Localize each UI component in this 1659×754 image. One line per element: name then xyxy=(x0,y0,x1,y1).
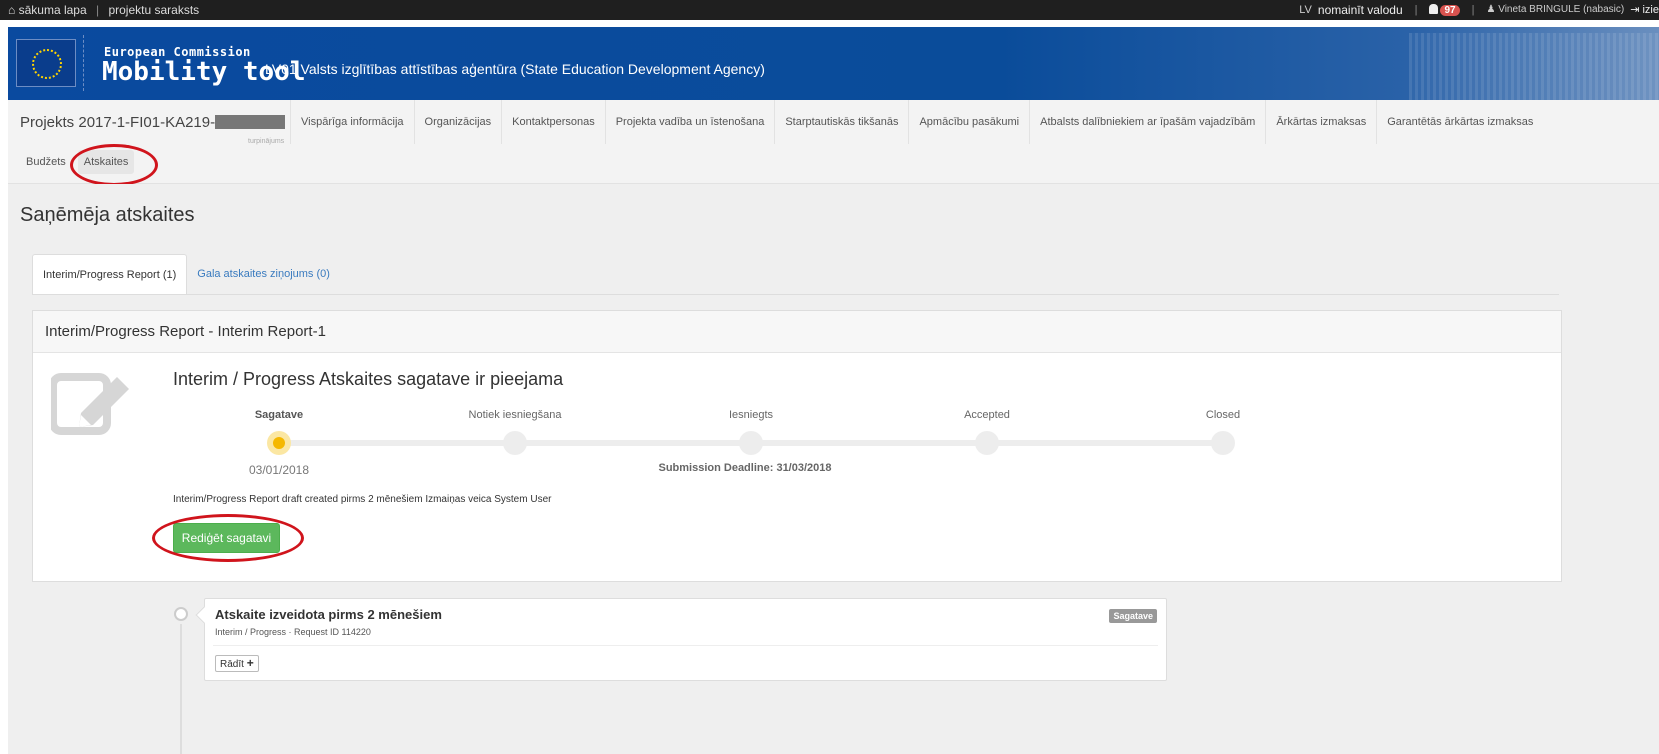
header-banner: European Commission Mobility tool LV01 V… xyxy=(8,27,1659,100)
report-panel: Interim/Progress Report - Interim Report… xyxy=(32,310,1562,582)
tab-project-management[interactable]: Projekta vadība un īstenošana xyxy=(604,100,775,144)
progress-steps: Sagatave Notiek iesniegšana Iesniegts Ac… xyxy=(173,409,1273,489)
tab-general-info[interactable]: Vispārīga informācija xyxy=(290,100,414,144)
tab-organizations[interactable]: Organizācijas xyxy=(413,100,502,144)
timeline-subtitle: Interim / Progress · Request ID 114220 xyxy=(215,627,371,637)
step-label-closed: Closed xyxy=(1205,409,1241,421)
page-title: Saņēmēja atskaites xyxy=(20,204,195,226)
step-label-draft: Sagatave xyxy=(254,409,304,421)
tab-divider xyxy=(32,294,1559,295)
separator: | xyxy=(1471,4,1475,16)
tab-interim-report[interactable]: Interim/Progress Report (1) xyxy=(32,254,188,294)
plus-icon: + xyxy=(246,656,254,670)
step-dot-accepted xyxy=(975,431,999,455)
top-bar: ⌂ sākuma lapa | projektu saraksts LV nom… xyxy=(0,0,1659,20)
top-bar-right: LV nomainīt valodu | 97 | ♟ Vineta BRING… xyxy=(1299,0,1659,20)
edit-document-icon xyxy=(51,373,129,435)
timeline-dot xyxy=(174,607,188,621)
tab-budget[interactable]: Budžets xyxy=(20,150,72,174)
main-content: Saņēmēja atskaites Interim/Progress Repo… xyxy=(8,184,1659,754)
bell-icon xyxy=(1429,4,1439,14)
tab-training-events[interactable]: Apmācību pasākumi xyxy=(908,100,1029,144)
tab-exceptional-costs[interactable]: Ārkārtas izmaksas xyxy=(1265,100,1376,144)
timeline-card-arrow xyxy=(195,606,213,624)
step-dot-submitted xyxy=(739,431,763,455)
submission-deadline: Submission Deadline: 31/03/2018 xyxy=(658,462,832,474)
timeline-line xyxy=(180,624,182,754)
timeline-card: Atskaite izveidota pirms 2 mēnešiem Inte… xyxy=(195,598,1167,681)
step-label-accepted: Accepted xyxy=(964,409,1010,421)
annotation-circle-reports xyxy=(70,144,158,186)
eu-stars-icon xyxy=(32,49,62,79)
user-menu[interactable]: ♟ Vineta BRINGULE (nabasic) xyxy=(1486,0,1624,20)
project-title: Projekts 2017-1-FI01-KA219- turpinājums xyxy=(20,114,286,145)
draft-info-text: Interim/Progress Report draft created pi… xyxy=(173,494,552,505)
separator: | xyxy=(95,3,100,17)
project-tabs: Vispārīga informācija Organizācijas Kont… xyxy=(290,100,1543,144)
tab-contacts[interactable]: Kontaktpersonas xyxy=(501,100,605,144)
home-icon[interactable]: ⌂ xyxy=(8,3,15,17)
agency-name: LV01 Valsts izglītības attīstības aģentū… xyxy=(265,61,765,77)
project-subtitle: turpinājums xyxy=(248,138,285,145)
step-label-submitting: Notiek iesniegšana xyxy=(468,409,562,421)
draft-date: 03/01/2018 xyxy=(248,463,310,477)
logout-link[interactable]: ⇥ izie xyxy=(1630,0,1659,20)
step-dot-closed xyxy=(1211,431,1235,455)
projects-link[interactable]: projektu saraksts xyxy=(108,3,199,17)
logout-label: izie xyxy=(1642,4,1659,16)
report-status-title: Interim / Progress Atskaites sagatave ir… xyxy=(173,369,564,389)
redacted-block xyxy=(215,115,286,129)
banner-building-image xyxy=(1409,33,1659,100)
logout-icon: ⇥ xyxy=(1630,4,1640,16)
project-code: Projekts 2017-1-FI01-KA219- xyxy=(20,114,216,131)
status-badge: Sagatave xyxy=(1109,609,1157,623)
panel-heading: Interim/Progress Report - Interim Report… xyxy=(33,311,1561,353)
user-name: Vineta BRINGULE (nabasic) xyxy=(1498,4,1625,15)
banner-divider xyxy=(83,35,84,91)
tab-guaranteed-exceptional-costs[interactable]: Garantētās ārkārtas izmaksas xyxy=(1376,100,1543,144)
notifications-button[interactable]: 97 xyxy=(1429,0,1460,20)
report-tabs: Interim/Progress Report (1) Gala atskait… xyxy=(32,254,340,294)
current-language: LV xyxy=(1299,4,1312,16)
show-details-button[interactable]: Rādīt + xyxy=(215,655,259,672)
notification-count-badge: 97 xyxy=(1440,5,1460,16)
timeline-divider xyxy=(213,645,1158,646)
user-icon: ♟ xyxy=(1486,4,1496,15)
separator: | xyxy=(1414,4,1418,16)
tab-final-report[interactable]: Gala atskaites ziņojums (0) xyxy=(187,254,340,294)
home-link[interactable]: sākuma lapa xyxy=(19,3,87,17)
annotation-circle-edit xyxy=(152,514,304,562)
eu-flag-logo xyxy=(16,39,76,87)
project-nav: Projekts 2017-1-FI01-KA219- turpinājums … xyxy=(8,100,1659,186)
tab-international-meetings[interactable]: Starptautiskās tikšanās xyxy=(774,100,908,144)
tab-special-needs-support[interactable]: Atbalsts dalībniekiem ar īpašām vajadzīb… xyxy=(1029,100,1265,144)
timeline-title: Atskaite izveidota pirms 2 mēnešiem xyxy=(215,607,442,622)
step-dot-draft xyxy=(267,431,291,455)
show-label: Rādīt xyxy=(220,659,244,670)
step-label-submitted: Iesniegts xyxy=(728,409,774,421)
change-language-link[interactable]: nomainīt valodu xyxy=(1318,0,1403,20)
step-dot-submitting xyxy=(503,431,527,455)
